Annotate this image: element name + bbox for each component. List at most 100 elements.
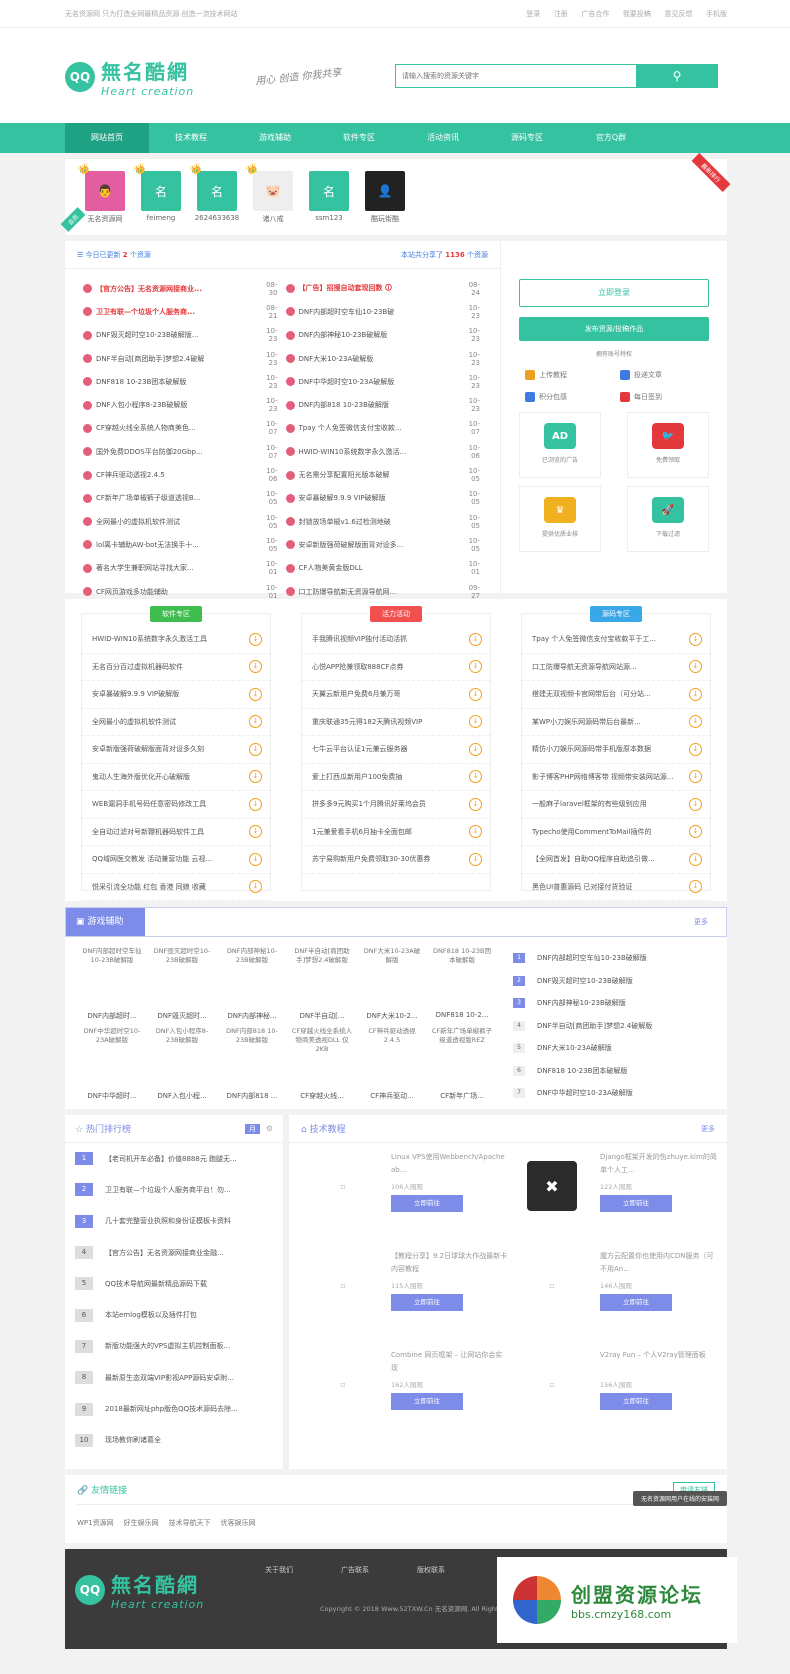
go-button[interactable]: 立即前往 xyxy=(391,1393,463,1410)
login-link[interactable]: 登录 xyxy=(526,10,540,18)
user-card[interactable]: 👑 名 feimeng xyxy=(133,163,189,235)
category-row[interactable]: 1元兼爱看手机6月抽卡全面包邮 ↓ xyxy=(302,819,490,846)
category-row[interactable]: 拼多多9元购买1个月腾讯好莱坞会员 ↓ xyxy=(302,791,490,819)
arrow-down-icon[interactable]: ↓ xyxy=(249,742,262,756)
about-link[interactable]: 关于我们 xyxy=(265,1565,293,1575)
game-name[interactable]: DNF毁灭超时... xyxy=(147,1011,217,1021)
arrow-down-icon[interactable]: ↓ xyxy=(469,632,482,646)
game-name[interactable]: DNF中华超时... xyxy=(77,1091,147,1101)
game-list-title[interactable]: DNF大米10-23A破解版 xyxy=(537,1043,612,1053)
category-item-title[interactable]: 安卓新版强荷破解版面背对设多久刻 xyxy=(92,744,249,754)
update-row[interactable]: 封锁放场单椒v1.6过检测地破 10-05 xyxy=(285,510,489,533)
update-title[interactable]: 国外免费DDOS平台防御20Gbp... xyxy=(96,447,260,457)
update-row[interactable]: 【广告】招搜自动套现回数 🛈 08-24 xyxy=(285,277,489,300)
arrow-down-icon[interactable]: ↓ xyxy=(249,687,262,701)
update-row[interactable]: DNF中华超时空10-23A破解版 10-23 xyxy=(285,370,489,393)
game-list-title[interactable]: DNF内部超时空车仙10-23B破解版 xyxy=(537,953,647,963)
arrow-down-icon[interactable]: ↓ xyxy=(689,742,702,756)
category-row[interactable]: 某WP小刀娱乐网源码带后台最新... ↓ xyxy=(522,709,710,736)
category-row[interactable]: Tpay 个人免签微信支付宝收款平于工... ↓ xyxy=(522,626,710,654)
arrow-down-icon[interactable]: ↓ xyxy=(689,770,702,784)
arrow-down-icon[interactable]: ↓ xyxy=(249,797,262,811)
category-row[interactable]: 精仿小刀娱乐网源码带手机版原本数据 ↓ xyxy=(522,736,710,764)
hot-title[interactable]: 几十套完整营业执照和身份证模板卡资料 xyxy=(105,1216,231,1226)
go-button[interactable]: 立即前往 xyxy=(600,1393,672,1410)
category-item-title[interactable]: QQ域网医交教发 活动兼营功能 云视... xyxy=(92,854,249,864)
hot-title[interactable]: 卫卫有联—个垃圾个人服务商平台！勿... xyxy=(105,1185,231,1195)
update-row[interactable]: DNF内部神秘10-23B破解版 10-23 xyxy=(285,324,489,347)
game-item[interactable]: CF新年广场单椒裤子级道透视版REZ CF新年广场... xyxy=(427,1027,497,1107)
game-item[interactable]: DNF内部神秘10-23B破解版 DNF内部神秘... xyxy=(217,947,287,1027)
game-list-title[interactable]: DNF内部神秘10-23B破解版 xyxy=(537,998,626,1008)
update-title[interactable]: DNF大米10-23A破解版 xyxy=(299,354,463,364)
update-row[interactable]: CF新年广场单椒裤子级道透视B... 10-05 xyxy=(83,487,286,510)
game-list-row[interactable]: 7 DNF中华超时空10-23A破解版 xyxy=(513,1082,701,1105)
feature-tile[interactable]: ♛ 提供优质业核 xyxy=(519,486,601,552)
tech-thumbnail[interactable]: ▫ xyxy=(508,1349,596,1419)
arrow-down-icon[interactable]: ↓ xyxy=(249,880,262,894)
arrow-down-icon[interactable]: ↓ xyxy=(469,770,482,784)
game-list-row[interactable]: 1 DNF内部超时空车仙10-23B破解版 xyxy=(513,947,701,970)
category-tag[interactable]: 活力活动 xyxy=(370,606,422,622)
hot-row[interactable]: 7 新版功能强大的VPS虚拟主机控制面板... xyxy=(65,1331,283,1362)
update-title[interactable]: DNF818 10-23B团本破解版 xyxy=(96,377,260,387)
category-row[interactable]: 全网最小的虚拟机软件测试 ↓ xyxy=(82,709,270,736)
submit-button[interactable]: 发布资源/投稿作品 xyxy=(519,317,709,341)
footer-logo[interactable]: QQ 無名酷網 Heart creation xyxy=(75,1569,204,1611)
category-item-title[interactable]: WEB漏洞手机号码任意密码修改工具 xyxy=(92,799,249,809)
update-row[interactable]: CF人物美黄金版DLL 10-01 xyxy=(285,557,489,580)
update-row[interactable]: CF穿越火线全系统人物商美色... 10-07 xyxy=(83,417,286,440)
game-list-row[interactable]: 4 DNF半自动[商团助手]梦想2.4破解版 xyxy=(513,1015,701,1038)
category-item-title[interactable]: 重庆联通35元得182天腾讯视频VIP xyxy=(312,717,469,727)
game-name[interactable]: CF穿越火线... xyxy=(287,1091,357,1101)
mobile-link[interactable]: 手机版 xyxy=(706,10,727,18)
arrow-down-icon[interactable]: ↓ xyxy=(249,660,262,674)
tech-thumbnail[interactable]: ▫ xyxy=(508,1250,596,1320)
tech-thumbnail[interactable]: ▫ xyxy=(299,1349,387,1419)
category-row[interactable]: HWID-WIN10系统数字永久激活工具 ↓ xyxy=(82,626,270,654)
game-more-link[interactable]: 更多 xyxy=(694,917,726,927)
feature-tile[interactable]: 🐦 免费领取 xyxy=(627,412,709,478)
update-title[interactable]: CF穿越火线全系统人物商美色... xyxy=(96,423,260,433)
update-row[interactable]: CF神兵驱动透视2.4.5 10-06 xyxy=(83,463,286,486)
category-item-title[interactable]: 全网最小的虚拟机软件测试 xyxy=(92,717,249,727)
hot-title[interactable]: QQ技术导航网最新精品源码下载 xyxy=(105,1279,207,1289)
friend-link[interactable]: 技术导航天下 xyxy=(169,1518,211,1528)
update-row[interactable]: 全网最小的虚拟机软件测试 10-05 xyxy=(83,510,286,533)
nav-game[interactable]: 游戏辅助 xyxy=(233,123,317,153)
update-title[interactable]: 全网最小的虚拟机软件测试 xyxy=(96,517,260,527)
arrow-down-icon[interactable]: ↓ xyxy=(249,825,262,839)
arrow-down-icon[interactable]: ↓ xyxy=(689,797,702,811)
category-item-title[interactable]: 影子博客PHP网络博客带 视频带安装网站源... xyxy=(532,772,689,782)
update-row[interactable]: DNF大米10-23A破解版 10-23 xyxy=(285,347,489,370)
copyright-link[interactable]: 版权联系 xyxy=(417,1565,445,1575)
arrow-down-icon[interactable]: ↓ xyxy=(249,770,262,784)
category-row[interactable]: 一般麻子laravel框架的有些级别应用 ↓ xyxy=(522,791,710,819)
nav-software[interactable]: 软件专区 xyxy=(317,123,401,153)
update-row[interactable]: 口工防爆导航新无资源导航网... 09-27 xyxy=(285,580,489,603)
update-title[interactable]: 安卓新版强荷破解版面背对设多... xyxy=(299,540,463,550)
category-item-title[interactable]: 【全网首发】自助QQ程序自助追引做... xyxy=(532,854,689,864)
tech-more-link[interactable]: 更多 xyxy=(701,1124,715,1134)
nav-tutorial[interactable]: 技术教程 xyxy=(149,123,233,153)
hot-title[interactable]: 最新原生态双端VIP影视APP源码安卓附... xyxy=(105,1373,234,1383)
friend-link[interactable]: 优客娱乐网 xyxy=(221,1518,256,1528)
game-list-row[interactable]: 3 DNF内部神秘10-23B破解版 xyxy=(513,992,701,1015)
category-row[interactable]: 安卓暴破解9.9.9 VIP破解版 ↓ xyxy=(82,681,270,709)
feature-tile[interactable]: AD 已浏览的广告 xyxy=(519,412,601,478)
game-list-title[interactable]: DNF半自动[商团助手]梦想2.4破解版 xyxy=(537,1021,652,1031)
category-item-title[interactable]: Typecho使用CommentToMail插件的 xyxy=(532,827,689,837)
category-tag[interactable]: 软件专区 xyxy=(150,606,202,622)
arrow-down-icon[interactable]: ↓ xyxy=(689,632,702,646)
game-list-row[interactable]: 6 DNF818 10-23B团本破解版 xyxy=(513,1060,701,1083)
update-row[interactable]: HWID-WIN10系统数字永久激活... 10-06 xyxy=(285,440,489,463)
update-title[interactable]: 封锁放场单椒v1.6过检测地破 xyxy=(299,517,463,527)
hot-row[interactable]: 2 卫卫有联—个垃圾个人服务商平台！勿... xyxy=(65,1174,283,1205)
game-item[interactable]: CF穿越火线全系统人物商美透视DLL 仅2KB CF穿越火线... xyxy=(287,1027,357,1107)
category-row[interactable]: 全自动过滤对号新鞭机器码软件工具 ↓ xyxy=(82,819,270,846)
user-card[interactable]: 👑 名 2624633638 xyxy=(189,163,245,235)
nav-source[interactable]: 源码专区 xyxy=(485,123,569,153)
update-row[interactable]: 【官方公告】无名资源网接商业... 08-30 xyxy=(83,277,286,300)
site-logo[interactable]: QQ 無名酷網 Heart creation xyxy=(65,56,194,98)
hot-row[interactable]: 5 QQ技术导航网最新精品源码下载 xyxy=(65,1268,283,1299)
